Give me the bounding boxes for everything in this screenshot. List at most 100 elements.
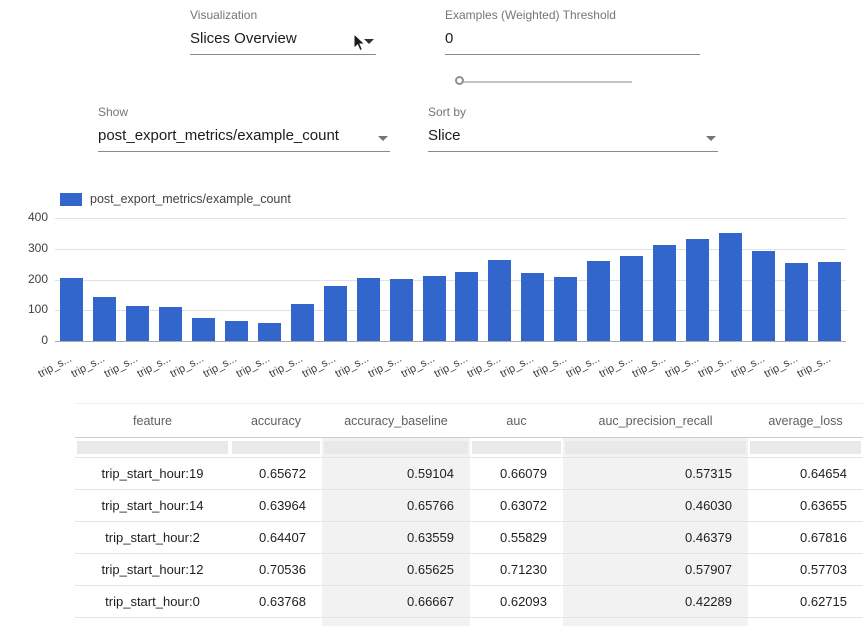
bar[interactable]	[818, 262, 841, 341]
show-dropdown[interactable]: post_export_metrics/example_count	[98, 122, 390, 152]
y-tick-label: 300	[0, 241, 48, 255]
filter-cell	[322, 438, 470, 457]
table-row[interactable]: trip_start_hour:00.637680.666670.620930.…	[75, 585, 863, 617]
filter-cell	[470, 438, 563, 457]
y-tick-label: 400	[0, 210, 48, 224]
metric-cell: 0.66667	[322, 586, 470, 617]
bar[interactable]	[291, 304, 314, 341]
table-header-row: featureaccuracyaccuracy_baselineaucauc_p…	[75, 404, 863, 438]
y-tick-label: 0	[0, 333, 48, 347]
metric-cell: 0.46030	[563, 490, 748, 521]
threshold-slider[interactable]	[460, 75, 632, 89]
bar[interactable]	[60, 278, 83, 341]
filter-input[interactable]	[324, 441, 468, 454]
y-tick-label: 200	[0, 272, 48, 286]
metrics-table: featureaccuracyaccuracy_baselineaucauc_p…	[75, 403, 863, 626]
metric-cell: 0.62715	[748, 586, 863, 617]
column-header-auc[interactable]: auc	[470, 404, 563, 437]
bar[interactable]	[488, 260, 511, 341]
bar[interactable]	[521, 273, 544, 341]
filter-input[interactable]	[77, 441, 228, 454]
metric-cell: 0.65672	[230, 458, 322, 489]
metric-cell: 0.66079	[470, 458, 563, 489]
metric-cell: 0.57703	[748, 554, 863, 585]
bar[interactable]	[126, 306, 149, 341]
table-row[interactable]: trip_start_hour:140.639640.657660.630720…	[75, 489, 863, 521]
bar[interactable]	[324, 286, 347, 341]
metric-cell: 0.65142	[748, 618, 863, 626]
table-filter-row	[75, 438, 863, 457]
feature-cell: trip_start_hour:2	[75, 522, 230, 553]
table-row[interactable]: trip_start_hour:230.660160.648440.583370…	[75, 617, 863, 626]
filter-input[interactable]	[472, 441, 561, 454]
slider-thumb[interactable]	[455, 76, 464, 85]
bar[interactable]	[752, 251, 775, 341]
threshold-input[interactable]: 0	[445, 25, 700, 55]
visualization-dropdown[interactable]: Slices Overview	[190, 25, 376, 55]
filter-cell	[75, 438, 230, 457]
show-value: post_export_metrics/example_count	[98, 127, 339, 144]
metric-cell: 0.63655	[748, 490, 863, 521]
bar[interactable]	[620, 256, 643, 341]
feature-cell: trip_start_hour:19	[75, 458, 230, 489]
metric-cell: 0.64654	[748, 458, 863, 489]
bar[interactable]	[258, 323, 281, 341]
table-row[interactable]: trip_start_hour:120.705360.656250.712300…	[75, 553, 863, 585]
metric-cell: 0.65625	[322, 554, 470, 585]
bar[interactable]	[390, 279, 413, 341]
bar[interactable]	[159, 307, 182, 341]
metric-cell: 0.63072	[470, 490, 563, 521]
legend-swatch	[60, 193, 82, 206]
gridline	[55, 341, 846, 342]
bar[interactable]	[653, 245, 676, 341]
slices-bar-chart: post_export_metrics/example_count 400 300…	[0, 188, 863, 398]
column-header-auc_precision_recall[interactable]: auc_precision_recall	[563, 404, 748, 437]
table-row[interactable]: trip_start_hour:20.644070.635590.558290.…	[75, 521, 863, 553]
bar[interactable]	[423, 276, 446, 341]
feature-cell: trip_start_hour:23	[75, 618, 230, 626]
bar[interactable]	[93, 297, 116, 341]
y-tick-label: 100	[0, 302, 48, 316]
metric-cell: 0.58337	[470, 618, 563, 626]
filter-input[interactable]	[565, 441, 746, 454]
bar[interactable]	[455, 272, 478, 341]
slicing-metrics-browser: Visualization Slices Overview Examples (…	[0, 0, 863, 626]
bar[interactable]	[686, 239, 709, 341]
metric-cell: 0.63768	[230, 586, 322, 617]
bar[interactable]	[554, 277, 577, 341]
slider-track	[460, 81, 632, 83]
column-header-accuracy[interactable]: accuracy	[230, 404, 322, 437]
metric-cell: 0.55829	[470, 522, 563, 553]
metric-cell: 0.44173	[563, 618, 748, 626]
table-row[interactable]: trip_start_hour:190.656720.591040.660790…	[75, 457, 863, 489]
metric-cell: 0.57907	[563, 554, 748, 585]
metric-cell: 0.57315	[563, 458, 748, 489]
metric-cell: 0.70536	[230, 554, 322, 585]
show-label: Show	[98, 105, 390, 119]
filter-input[interactable]	[232, 441, 320, 454]
bar[interactable]	[357, 278, 380, 341]
column-header-feature[interactable]: feature	[75, 404, 230, 437]
mouse-cursor	[353, 33, 367, 53]
bar[interactable]	[192, 318, 215, 341]
metric-cell: 0.64844	[322, 618, 470, 626]
legend-label: post_export_metrics/example_count	[90, 192, 291, 206]
bar[interactable]	[587, 261, 610, 341]
feature-cell: trip_start_hour:12	[75, 554, 230, 585]
column-header-accuracy_baseline[interactable]: accuracy_baseline	[322, 404, 470, 437]
metric-cell: 0.65766	[322, 490, 470, 521]
filter-input[interactable]	[750, 441, 861, 454]
bar[interactable]	[785, 263, 808, 341]
chart-legend: post_export_metrics/example_count	[60, 192, 291, 206]
metric-cell: 0.71230	[470, 554, 563, 585]
feature-cell: trip_start_hour:14	[75, 490, 230, 521]
bar[interactable]	[225, 321, 248, 341]
sort-by-dropdown[interactable]: Slice	[428, 122, 718, 152]
chevron-down-icon	[378, 136, 388, 141]
metric-cell: 0.46379	[563, 522, 748, 553]
column-header-average_loss[interactable]: average_loss	[748, 404, 863, 437]
bar[interactable]	[719, 233, 742, 341]
metric-cell: 0.64407	[230, 522, 322, 553]
sort-by-label: Sort by	[428, 105, 718, 119]
sort-by-value: Slice	[428, 127, 461, 144]
